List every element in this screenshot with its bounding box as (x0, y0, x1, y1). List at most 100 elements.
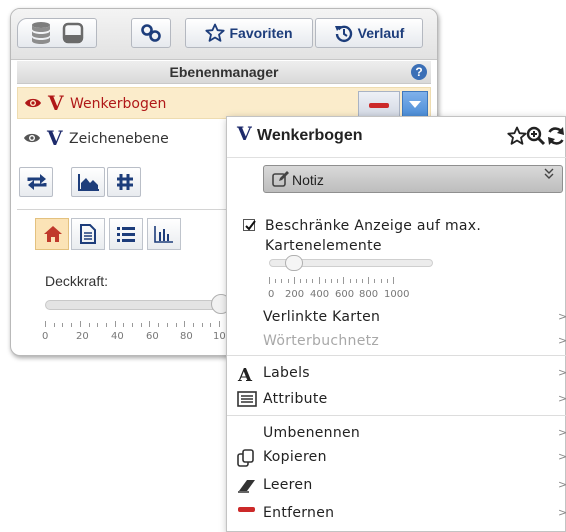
opacity-tick-mark (140, 323, 142, 327)
max-tick-label: 800 (359, 289, 379, 300)
max-tick-mark (287, 279, 289, 283)
help-icon[interactable]: ? (411, 64, 427, 80)
tab-home[interactable] (35, 218, 69, 250)
opacity-tick-mark (132, 323, 133, 327)
max-tick-label: 600 (335, 289, 355, 300)
eye-icon[interactable] (23, 132, 41, 144)
menu-separator (227, 415, 566, 416)
max-tick-mark (349, 279, 351, 283)
opacity-tick-mark (166, 323, 168, 327)
sync-button[interactable] (19, 167, 53, 197)
layer-context-menu: V Wenkerbogen Notiz Beschränke Anzeige a… (226, 116, 566, 532)
max-elements-slider-handle[interactable] (284, 255, 303, 271)
hashtag-icon (115, 172, 135, 192)
opacity-tick-label: 0 (42, 331, 49, 342)
opacity-tick-mark (88, 323, 90, 327)
chart-area-button[interactable] (71, 167, 105, 197)
window-icon[interactable] (62, 22, 84, 44)
menu-item-w-rterbuchnetz: Wörterbuchnetz > (227, 329, 566, 353)
menu-item-leeren[interactable]: Leeren > (227, 473, 566, 497)
svg-text:A: A (237, 365, 253, 383)
submenu-arrow-icon: > (558, 426, 566, 439)
max-tick-mark (306, 279, 308, 283)
max-tick-mark (368, 277, 370, 284)
checkmark-icon (245, 220, 256, 231)
menu-title: Wenkerbogen (257, 127, 363, 144)
max-tick-mark (355, 279, 357, 283)
history-label: Verlauf (357, 25, 405, 41)
opacity-tick-mark (192, 323, 194, 327)
sync-icon (26, 173, 48, 191)
refresh-icon[interactable] (546, 126, 566, 146)
opacity-tick-label: 60 (146, 331, 159, 342)
layer-row-wenkerbogen[interactable]: V Wenkerbogen (17, 87, 431, 119)
layer-name[interactable]: Zeichenebene (69, 131, 169, 147)
submenu-arrow-icon: > (558, 478, 566, 491)
list-icon (116, 225, 136, 243)
opacity-tick-mark (97, 323, 99, 327)
max-tick-mark (300, 279, 301, 283)
layer-type-mark: V (48, 91, 64, 115)
layer-name[interactable]: Wenkerbogen (70, 96, 166, 112)
favorites-button[interactable]: Favoriten (185, 18, 313, 48)
max-tick-label: 400 (310, 289, 330, 300)
submenu-arrow-icon: > (558, 506, 566, 519)
menu-item-label: Entfernen (263, 505, 335, 521)
opacity-tick-mark (149, 321, 151, 327)
history-icon (334, 23, 354, 43)
top-toolbar: Favoriten Verlauf (11, 9, 437, 60)
max-tick-mark (343, 277, 345, 284)
grid-button[interactable] (107, 167, 141, 197)
submenu-arrow-icon: > (558, 392, 566, 405)
tab-document[interactable] (71, 218, 105, 250)
menu-item-label: Wörterbuchnetz (263, 333, 380, 349)
opacity-tick-mark (105, 323, 107, 327)
submenu-arrow-icon: > (558, 310, 566, 323)
area-chart-icon (78, 173, 100, 191)
zoom-in-icon[interactable] (526, 126, 546, 146)
notiz-select[interactable]: Notiz (263, 165, 563, 193)
menu-item-umbenennen[interactable]: Umbenennen > (227, 421, 566, 445)
submenu-arrow-icon: > (558, 366, 566, 379)
opacity-tick-mark (62, 323, 64, 327)
tab-list[interactable] (109, 218, 143, 250)
restrict-checkbox[interactable] (243, 219, 256, 231)
edit-icon (272, 171, 290, 187)
menu-item-kopieren[interactable]: Kopieren > (227, 445, 566, 469)
eraser-icon (237, 477, 257, 495)
view-toggle (17, 18, 97, 48)
opacity-tick-mark (71, 323, 73, 327)
opacity-tick-mark (184, 321, 186, 327)
database-icon[interactable] (30, 21, 52, 45)
max-tick-mark (318, 277, 320, 284)
opacity-tick-mark (219, 321, 220, 327)
layer-type-mark: V (47, 126, 63, 150)
history-button[interactable]: Verlauf (315, 18, 423, 48)
eye-icon[interactable] (24, 97, 42, 109)
opacity-tick-mark (123, 323, 125, 327)
menu-item-attribute[interactable]: Attribute > (227, 387, 566, 411)
restrict-label: Beschränke Anzeige auf max. Kartenelemen… (265, 218, 482, 254)
tab-statistics[interactable] (147, 218, 181, 250)
menu-item-entfernen[interactable]: Entfernen > (227, 501, 566, 525)
layer-menu-button[interactable] (402, 91, 428, 117)
max-tick-mark (337, 279, 339, 283)
max-tick-mark (293, 277, 295, 284)
opacity-tick-mark (53, 323, 55, 327)
favorites-label: Favoriten (229, 25, 293, 41)
minus-icon (369, 103, 389, 108)
table-icon (237, 391, 257, 409)
max-tick-mark (281, 279, 283, 283)
max-tick-mark (374, 279, 376, 283)
opacity-tick-mark (210, 323, 212, 327)
remove-layer-button[interactable] (358, 91, 400, 117)
star-icon (205, 23, 226, 43)
star-icon[interactable] (507, 126, 527, 146)
opacity-tick-label: 40 (111, 331, 124, 342)
menu-item-label: Kopieren (263, 449, 327, 465)
menu-item-labels[interactable]: A Labels > (227, 361, 566, 385)
link-button[interactable] (131, 18, 171, 48)
menu-item-verlinkte-karten[interactable]: Verlinkte Karten > (227, 305, 566, 329)
menu-separator (227, 355, 566, 356)
opacity-tick-mark (114, 321, 116, 327)
